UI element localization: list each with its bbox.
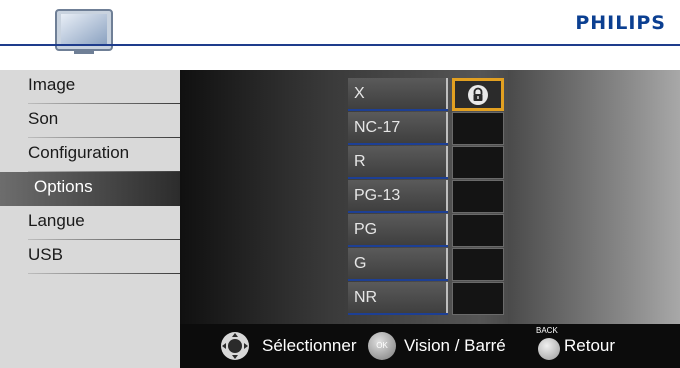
rating-label: X: [348, 78, 448, 110]
hint-bar: Sélectionner OK Vision / Barré BACK Reto…: [180, 324, 680, 368]
back-caption: BACK: [536, 326, 558, 335]
menu-item-label: Image: [28, 75, 76, 94]
menu-content: Image Son Configuration Options Langue U…: [0, 70, 680, 368]
header-divider: [0, 44, 680, 46]
lock-toggle-g[interactable]: [452, 248, 504, 281]
row-divider: [348, 109, 448, 111]
dpad-icon: [221, 332, 249, 360]
brand-logo: PHILIPS: [575, 12, 666, 34]
rating-label: PG: [348, 214, 448, 246]
lock-icon: [468, 84, 488, 105]
menu-item-label: Configuration: [28, 143, 130, 162]
lock-toggle-r[interactable]: [452, 146, 504, 179]
side-panel: [508, 70, 680, 324]
rating-row-nr[interactable]: NR: [348, 282, 448, 315]
menu-item-son[interactable]: Son: [0, 104, 180, 138]
menu-item-langue[interactable]: Langue: [0, 206, 180, 240]
sidebar-menu: Image Son Configuration Options Langue U…: [0, 70, 180, 368]
view-lock-hint: Vision / Barré: [404, 336, 506, 355]
lock-toggle-x[interactable]: [452, 78, 504, 111]
rating-row-nc17[interactable]: NC-17: [348, 112, 448, 145]
tv-icon: [55, 9, 113, 54]
menu-item-label: USB: [28, 245, 63, 264]
row-divider: [348, 279, 448, 281]
menu-item-label: Options: [34, 177, 93, 196]
row-divider: [348, 211, 448, 213]
menu-item-label: Son: [28, 109, 59, 128]
rating-row-pg[interactable]: PG: [348, 214, 448, 247]
rating-label: NC-17: [348, 112, 448, 144]
rating-row-g[interactable]: G: [348, 248, 448, 281]
rating-label: G: [348, 248, 448, 280]
ok-button-icon: OK: [368, 332, 396, 360]
lock-toggle-pg[interactable]: [452, 214, 504, 247]
row-divider: [348, 143, 448, 145]
menu-item-label: Langue: [28, 211, 85, 230]
rating-label: R: [348, 146, 448, 178]
rating-row-x[interactable]: X: [348, 78, 448, 111]
menu-item-options[interactable]: Options: [0, 172, 180, 206]
lock-toggle-pg13[interactable]: [452, 180, 504, 213]
menu-divider: [28, 273, 180, 274]
menu-item-image[interactable]: Image: [0, 70, 180, 104]
row-divider: [348, 177, 448, 179]
menu-item-configuration[interactable]: Configuration: [0, 138, 180, 172]
rating-label: NR: [348, 282, 448, 314]
menu-item-usb[interactable]: USB: [0, 240, 180, 274]
rating-row-r[interactable]: R: [348, 146, 448, 179]
select-hint: Sélectionner: [262, 336, 357, 355]
rating-label: PG-13: [348, 180, 448, 212]
lock-toggle-nr[interactable]: [452, 282, 504, 315]
back-button-icon: [538, 338, 560, 360]
lock-toggle-nc17[interactable]: [452, 112, 504, 145]
back-hint: Retour: [564, 336, 616, 355]
row-divider: [348, 313, 448, 315]
rating-row-pg13[interactable]: PG-13: [348, 180, 448, 213]
row-divider: [348, 245, 448, 247]
